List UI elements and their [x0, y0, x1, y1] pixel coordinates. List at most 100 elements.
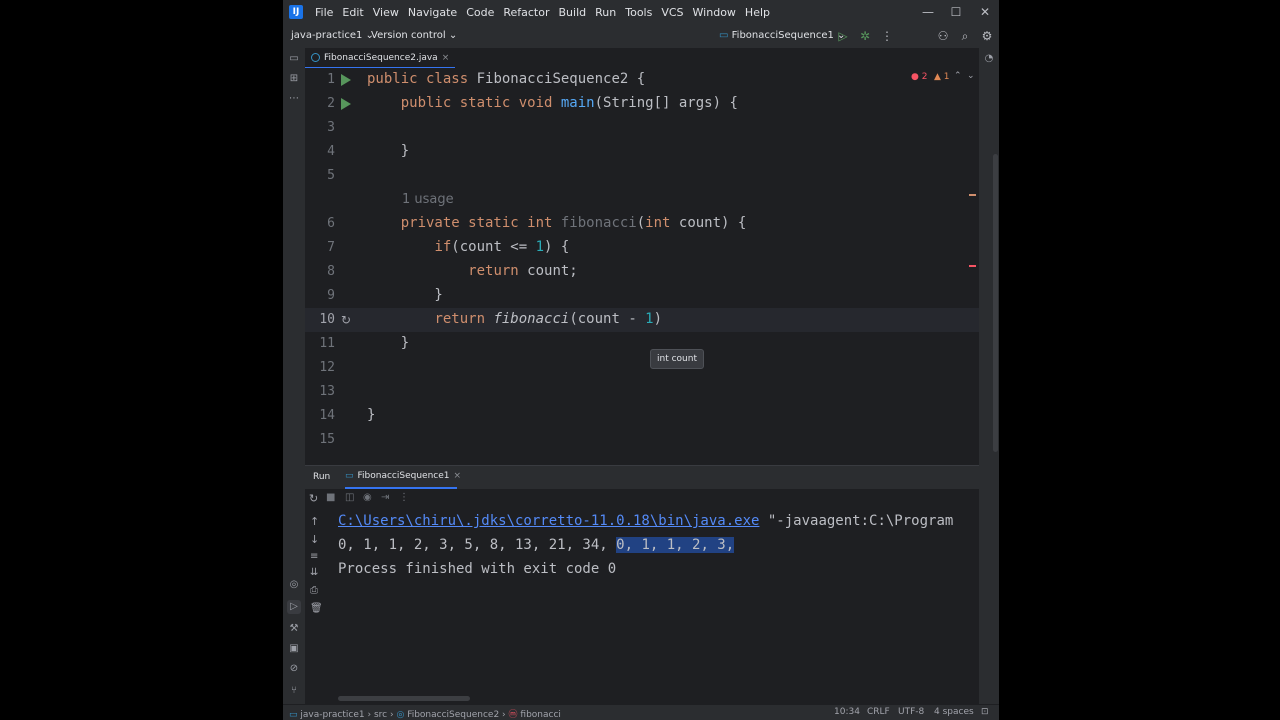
- close-tab-icon[interactable]: ×: [442, 53, 450, 63]
- intellij-logo-icon[interactable]: IJ: [289, 5, 303, 19]
- line-number: 13: [319, 384, 335, 399]
- method-icon: ⓜ: [508, 710, 518, 720]
- more-icon[interactable]: ⋮: [399, 492, 409, 503]
- error-count: 2: [921, 72, 928, 82]
- git-icon[interactable]: ⑂: [287, 684, 301, 698]
- menu-file[interactable]: File: [315, 6, 333, 19]
- more-tools-icon[interactable]: ⋯: [287, 92, 301, 106]
- folder-icon[interactable]: ▭: [287, 52, 301, 66]
- menu-window[interactable]: Window: [693, 6, 736, 19]
- indent-setting[interactable]: 4 spaces: [934, 707, 974, 717]
- project-selector[interactable]: java-practice1 ⌄: [291, 30, 374, 41]
- menu-edit[interactable]: Edit: [342, 6, 363, 19]
- tab-fibonaccisequence2[interactable]: FibonacciSequence2.java ×: [305, 48, 456, 69]
- code-editor[interactable]: 1 2 3 4 5 6 7 8 9 10 11 12 13 14 15 ↻ pu…: [305, 68, 998, 464]
- editor-tab-bar: FibonacciSequence2.java ×: [305, 48, 979, 69]
- breadcrumb-class[interactable]: FibonacciSequence2: [407, 710, 499, 720]
- camera-icon[interactable]: ◉: [363, 492, 372, 503]
- scroll-to-end-icon[interactable]: ⇊: [310, 567, 318, 578]
- code-line-10: return fibonacci(count - 1): [434, 311, 663, 327]
- run-tool-icon[interactable]: ▷: [287, 600, 301, 614]
- error-stripe[interactable]: [969, 265, 976, 267]
- run-main-icon[interactable]: [341, 98, 351, 110]
- debug-icon[interactable]: ✲: [857, 28, 873, 44]
- file-encoding[interactable]: UTF-8: [898, 707, 924, 717]
- soft-wrap-icon[interactable]: ≡: [310, 551, 318, 562]
- terminal-icon[interactable]: ▣: [287, 642, 301, 656]
- notifications-icon[interactable]: ◔: [982, 52, 996, 66]
- vcs-selector[interactable]: Version control ⌄: [371, 30, 457, 41]
- line-number: 10: [319, 312, 335, 327]
- close-tab-icon[interactable]: ×: [454, 471, 462, 481]
- rerun-icon[interactable]: ↻: [309, 492, 318, 505]
- print-icon[interactable]: ⎙: [310, 585, 318, 596]
- line-number: 7: [327, 240, 335, 255]
- console-horizontal-scrollbar[interactable]: [338, 696, 470, 701]
- menu-help[interactable]: Help: [745, 6, 770, 19]
- menu-bar: File Edit View Navigate Code Refactor Bu…: [315, 0, 770, 24]
- console-command-line: C:\Users\chiru\.jdks\corretto-11.0.18\bi…: [338, 513, 953, 529]
- more-icon[interactable]: ⋮: [879, 28, 895, 44]
- line-number: 8: [327, 264, 335, 279]
- console-output[interactable]: C:\Users\chiru\.jdks\corretto-11.0.18\bi…: [327, 509, 979, 704]
- lock-icon[interactable]: ⊡: [981, 707, 989, 717]
- structure-icon[interactable]: ⊞: [287, 72, 301, 86]
- next-highlight-icon[interactable]: ⌄: [967, 71, 975, 81]
- editor-scrollbar[interactable]: [993, 154, 998, 452]
- down-arrow-icon[interactable]: ↓: [310, 533, 319, 546]
- code-line-2: public static void main(String[] args) {: [400, 95, 738, 111]
- line-number: 15: [319, 432, 335, 447]
- console-side-toolbar: ↑ ↓ ≡ ⇊ ⎙ 🗑: [305, 509, 327, 704]
- run-class-icon[interactable]: [341, 74, 351, 86]
- main-toolbar: java-practice1 ⌄ Version control ⌄ ▭ Fib…: [283, 24, 999, 49]
- menu-run[interactable]: Run: [595, 6, 616, 19]
- menu-refactor[interactable]: Refactor: [503, 6, 549, 19]
- breadcrumb-src[interactable]: src: [374, 710, 387, 720]
- problems-icon[interactable]: ⊘: [287, 662, 301, 676]
- exit-icon[interactable]: ⇥: [381, 492, 389, 503]
- menu-navigate[interactable]: Navigate: [408, 6, 457, 19]
- jdk-path-link[interactable]: C:\Users\chiru\.jdks\corretto-11.0.18\bi…: [338, 513, 759, 529]
- run-config-icon: ▭: [345, 471, 354, 481]
- run-tab-fibonaccisequence1[interactable]: ▭ FibonacciSequence1 ×: [345, 471, 461, 481]
- warning-count-badge[interactable]: ▲ 1: [934, 72, 950, 82]
- previous-highlight-icon[interactable]: ⌃: [954, 71, 962, 81]
- cursor-position[interactable]: 10:34: [834, 707, 860, 717]
- tab-label: FibonacciSequence2.java: [324, 52, 438, 63]
- maximize-icon[interactable]: ☐: [948, 4, 964, 20]
- line-number: 11: [319, 336, 335, 351]
- run-panel-header: Run ▭ FibonacciSequence1 ×: [305, 465, 979, 490]
- project-name: java-practice1: [291, 30, 363, 41]
- line-number: 3: [327, 120, 335, 135]
- menu-tools[interactable]: Tools: [625, 6, 652, 19]
- menu-vcs[interactable]: VCS: [661, 6, 683, 19]
- run-config-selector[interactable]: ▭ FibonacciSequence1 ⌄: [719, 30, 845, 41]
- run-icon[interactable]: ▷: [835, 28, 851, 44]
- screenshot-icon[interactable]: ◫: [345, 492, 354, 503]
- line-gutter: 1 2 3 4 5 6 7 8 9 10 11 12 13 14 15 ↻: [305, 68, 365, 464]
- up-arrow-icon[interactable]: ↑: [310, 515, 319, 528]
- minimize-icon[interactable]: —: [920, 4, 936, 20]
- usage-hint[interactable]: 1 usage: [402, 192, 454, 207]
- breadcrumb-project[interactable]: java-practice1: [300, 710, 364, 720]
- code-line-7: if(count <= 1) {: [434, 239, 570, 255]
- warning-stripe[interactable]: [969, 194, 976, 196]
- services-icon[interactable]: ◎: [287, 578, 301, 592]
- output-text: 0, 1, 1, 2, 3, 5, 8, 13, 21, 34,: [338, 537, 617, 553]
- search-icon[interactable]: ⌕: [957, 28, 973, 44]
- vcs-label: Version control: [371, 30, 446, 41]
- stop-icon[interactable]: ■: [326, 492, 335, 503]
- trash-icon[interactable]: 🗑: [310, 603, 323, 614]
- close-icon[interactable]: ✕: [977, 4, 993, 20]
- gear-icon[interactable]: ⚙: [979, 28, 995, 44]
- error-count-badge[interactable]: ● 2: [911, 72, 927, 82]
- recursive-call-icon[interactable]: ↻: [339, 313, 353, 327]
- run-toolbar: ↻ ■ ◫ ◉ ⇥ ⋮: [305, 489, 979, 509]
- build-icon[interactable]: ⚒: [287, 622, 301, 636]
- menu-code[interactable]: Code: [466, 6, 494, 19]
- menu-view[interactable]: View: [373, 6, 399, 19]
- line-separator[interactable]: CRLF: [867, 707, 890, 717]
- breadcrumb-method[interactable]: fibonacci: [520, 710, 561, 720]
- menu-build[interactable]: Build: [559, 6, 587, 19]
- add-user-icon[interactable]: ⚇: [935, 28, 951, 44]
